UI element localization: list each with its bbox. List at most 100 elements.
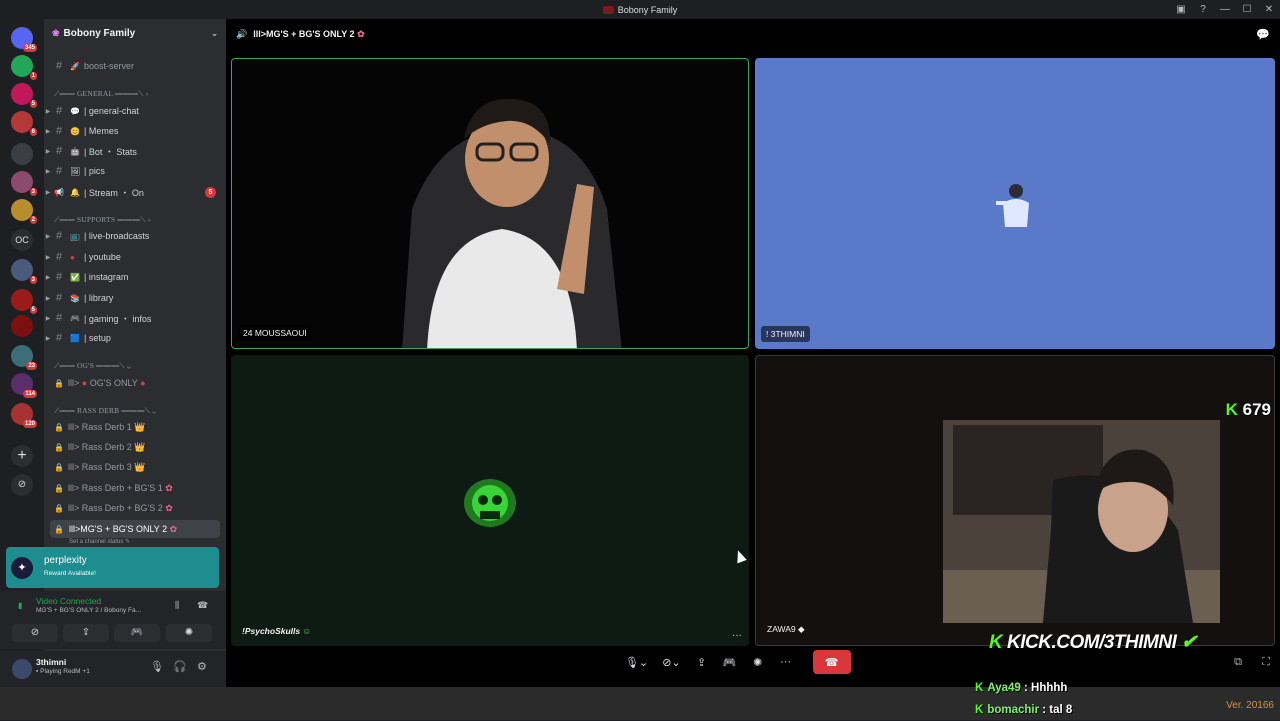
- share-screen-button[interactable]: ⇪: [63, 624, 109, 642]
- leave-call-button[interactable]: ☎: [812, 650, 851, 674]
- rocket-icon: 🚀: [70, 61, 80, 71]
- bottom-bar: [0, 687, 1280, 720]
- server-icon[interactable]: 23: [11, 345, 37, 370]
- books-icon: 📚: [70, 293, 80, 303]
- inbox-icon[interactable]: ▣: [1170, 4, 1192, 15]
- toggle-camera-button[interactable]: ⊘: [12, 624, 58, 642]
- voice-rass-derb-1[interactable]: 🔒 lll> Rass Derb 1 👑: [44, 418, 226, 436]
- maximize-button[interactable]: ☐: [1236, 4, 1258, 15]
- soundboard-button[interactable]: ✺: [166, 624, 212, 642]
- voice-active-channel[interactable]: 🔒 lll>MG'S + BG'S ONLY 2 ✿: [50, 520, 220, 538]
- megaphone-icon: 📢: [54, 187, 64, 197]
- mention-badge: 3: [29, 276, 37, 284]
- promo-card[interactable]: ✦ perplexity Reward Available!: [6, 547, 219, 588]
- hash-icon: #: [55, 60, 63, 72]
- server-icon[interactable]: 114: [11, 373, 37, 398]
- server-icon[interactable]: [11, 315, 33, 337]
- minimize-button[interactable]: —: [1214, 4, 1236, 15]
- channel-pics[interactable]: ▶ # 🖼 | pics: [44, 162, 226, 180]
- category-rass-derb[interactable]: ⟋━━ RASS DERB ━━━⟍ ⌄: [54, 406, 156, 416]
- window-title-text: Bobony Family: [617, 4, 678, 15]
- channel-general-chat[interactable]: ▶ # 💬 | general-chat: [44, 102, 226, 120]
- add-server-icon[interactable]: +: [11, 445, 33, 467]
- channel-bot-stats[interactable]: ▶ # 🤖 | Bot ・ Stats: [44, 142, 226, 160]
- voice-rass-derb-bgs-1[interactable]: 🔒 lll> Rass Derb + BG'S 1 ✿: [44, 479, 226, 497]
- category-supports[interactable]: ⟋━━ SUPPORTS ━━━⟍ ›: [54, 215, 151, 225]
- category-ogs[interactable]: ⟋━━ OG'S ━━━⟍ ⌄: [54, 361, 131, 371]
- server-icon[interactable]: 3: [11, 259, 37, 284]
- server-icon[interactable]: 6: [11, 111, 37, 136]
- voice-rass-derb-3[interactable]: 🔒 lll> Rass Derb 3 👑: [44, 458, 226, 476]
- stream-chat-overlay: K Aya49 : Hhhhh Kbomachir : tal 8: [975, 677, 1072, 721]
- settings-gear-icon[interactable]: ⚙: [197, 660, 207, 673]
- video-tile[interactable]: !PsychoSkulls ☺: [231, 355, 749, 646]
- category-general[interactable]: ⟋━━ GENERAL ━━━⟍ ›: [54, 89, 148, 99]
- activities-button[interactable]: 🎮: [114, 624, 160, 642]
- check-icon: ✅: [70, 272, 80, 282]
- activities-button[interactable]: 🎮: [719, 650, 741, 674]
- server-icon[interactable]: OC: [11, 229, 33, 251]
- noise-suppression-icon[interactable]: ⫼: [175, 600, 179, 611]
- headphones-icon[interactable]: 🎧: [173, 660, 187, 673]
- voice-rass-derb-2[interactable]: 🔒 lll> Rass Derb 2 👑: [44, 438, 226, 456]
- server-icon[interactable]: 2: [11, 199, 37, 224]
- channel-boost-server[interactable]: # 🚀 boost-server: [44, 57, 226, 75]
- server-icon[interactable]: 3: [11, 171, 37, 196]
- window-controls: ▣ ? — ☐ ✕: [1170, 0, 1280, 19]
- close-button[interactable]: ✕: [1258, 4, 1280, 15]
- gamepad-icon: 🎮: [70, 313, 80, 323]
- participant-name: ZAWA9 ◆: [767, 624, 805, 634]
- server-icon[interactable]: [11, 143, 33, 165]
- channel-live-broadcasts[interactable]: ▶ # 📺 | live-broadcasts: [44, 227, 226, 245]
- video-tile[interactable]: ! 3THIMNI: [755, 58, 1275, 349]
- server-icon[interactable]: 345: [11, 27, 37, 52]
- username[interactable]: 3thimni: [36, 657, 66, 667]
- server-icon[interactable]: 5: [11, 289, 37, 314]
- voice-location[interactable]: MG'S + BG'S ONLY 2 / Bobony Fa...: [36, 607, 141, 614]
- set-channel-status[interactable]: Set a channel status ✎: [69, 538, 130, 545]
- more-options-icon[interactable]: ···: [732, 630, 742, 641]
- chat-message: K Aya49 : Hhhhh: [975, 682, 1068, 694]
- more-actions-button[interactable]: ···: [775, 650, 797, 674]
- participant-name: !PsychoSkulls ☺: [242, 626, 312, 636]
- popout-icon[interactable]: ⧉: [1234, 656, 1242, 669]
- help-icon[interactable]: ?: [1192, 4, 1214, 15]
- channel-library[interactable]: ▶ # 📚 | library: [44, 289, 226, 307]
- mention-badge: 3: [29, 188, 37, 196]
- lock-icon: 🔒: [54, 524, 64, 534]
- fullscreen-icon[interactable]: ⛶: [1262, 656, 1270, 669]
- chevron-down-icon[interactable]: ⌄: [211, 29, 218, 38]
- promo-title: perplexity: [44, 555, 87, 566]
- participant-name: ! 3THIMNI: [761, 326, 810, 342]
- channel-instagram[interactable]: ▶ # ✅ | instagram: [44, 268, 226, 286]
- server-icon[interactable]: 5: [11, 83, 37, 108]
- video-tile[interactable]: 24 MOUSSAOUI: [231, 58, 749, 349]
- camera-toggle-button[interactable]: ⊘⌄: [658, 650, 684, 674]
- server-icon[interactable]: 120: [11, 403, 37, 428]
- chat-bubble-icon[interactable]: 💬: [1256, 28, 1270, 41]
- mention-badge: 120: [22, 420, 37, 428]
- broadcast-icon: 📺: [70, 231, 80, 241]
- server-icon[interactable]: 1: [11, 55, 37, 80]
- microphone-icon[interactable]: 🎙: [150, 660, 164, 673]
- voice-status[interactable]: Video Connected: [36, 596, 101, 606]
- microphone-toggle-button[interactable]: 🎙⌄: [621, 650, 652, 674]
- voice-rass-derb-bgs-2[interactable]: 🔒 lll> Rass Derb + BG'S 2 ✿: [44, 499, 226, 517]
- channel-ogs-only[interactable]: 🔒 lll> ● OG'S ONLY ●: [44, 374, 226, 392]
- voice-connection-panel: ▮ Video Connected MG'S + BG'S ONLY 2 / B…: [0, 591, 226, 649]
- signal-icon[interactable]: ▮: [18, 601, 26, 610]
- avatar[interactable]: [12, 659, 32, 679]
- channel-memes[interactable]: ▶ # 😊 | Memes: [44, 122, 226, 140]
- guild-header[interactable]: ❀ Bobony Family ⌄: [44, 19, 226, 47]
- monitor-icon: 🟦: [70, 333, 80, 343]
- lock-icon: 🔒: [54, 422, 64, 432]
- channel-gaming-infos[interactable]: ▶ # 🎮 | gaming ・ infos: [44, 309, 226, 327]
- disconnect-icon[interactable]: ☎: [197, 600, 208, 611]
- discover-compass-icon[interactable]: ⊘: [11, 474, 33, 496]
- channel-youtube[interactable]: ▶ # ● | youtube: [44, 248, 226, 266]
- share-screen-button[interactable]: ⇪: [691, 650, 713, 674]
- soundboard-button[interactable]: ✺: [747, 650, 769, 674]
- channel-stream-on[interactable]: ▶ 📢 🔔 | Stream ・ On 5: [44, 183, 226, 201]
- lock-icon: 🔒: [54, 378, 64, 388]
- channel-setup[interactable]: ▶ # 🟦 | setup: [44, 329, 226, 347]
